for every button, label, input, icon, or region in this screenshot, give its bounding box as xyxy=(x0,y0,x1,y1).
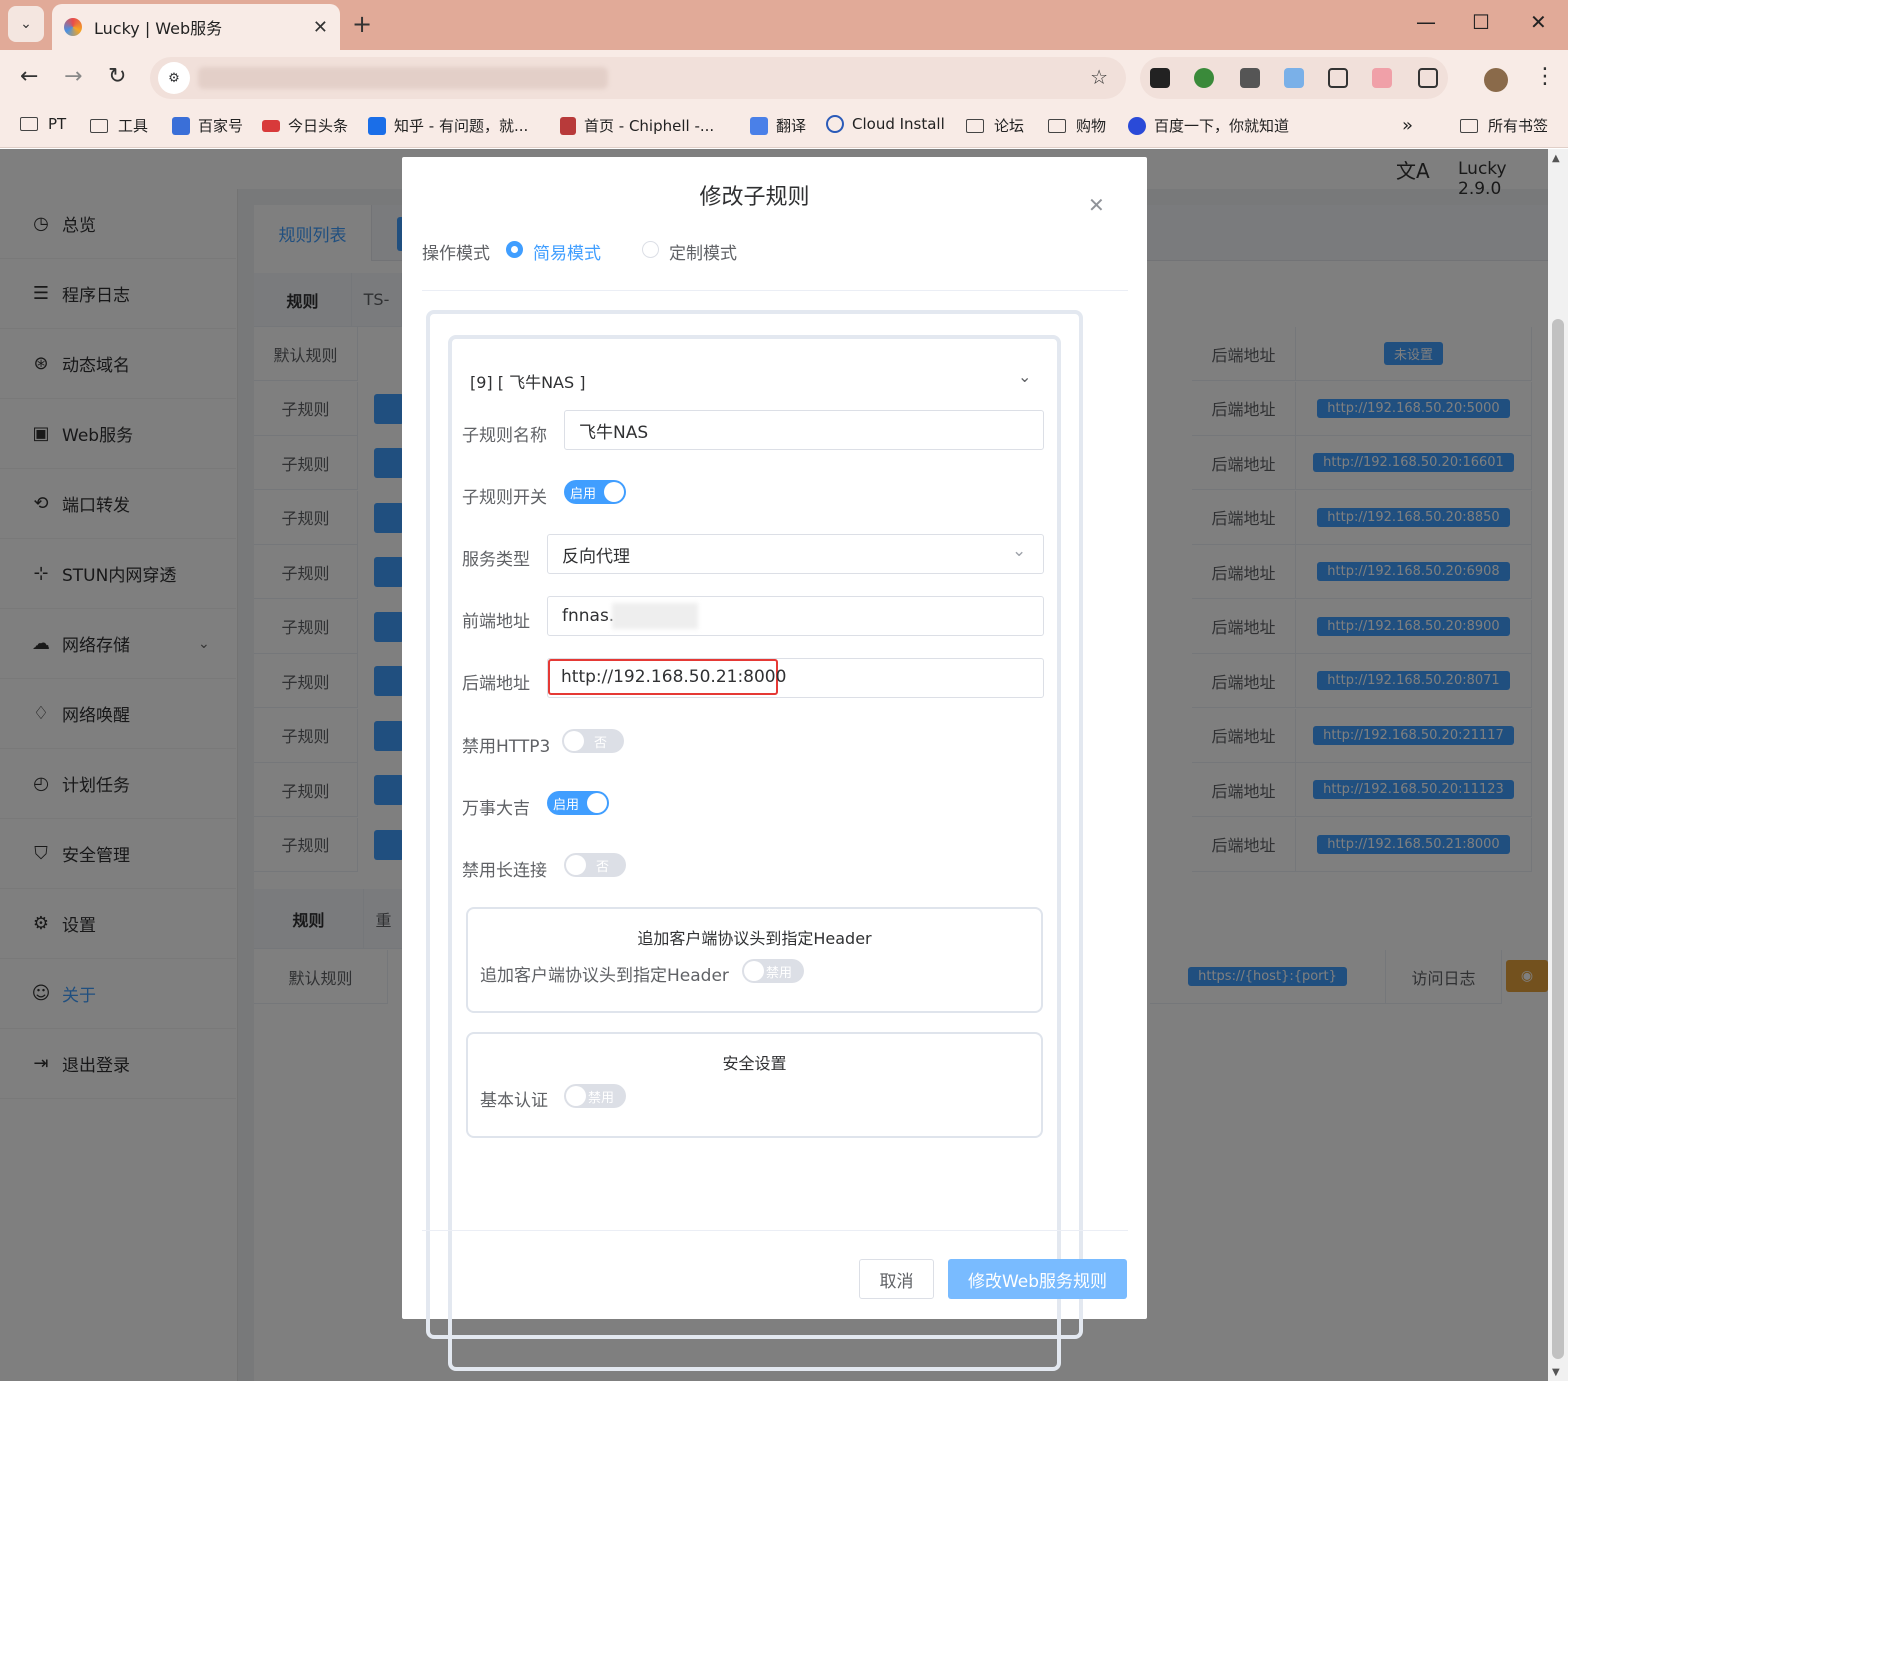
extension-icon[interactable] xyxy=(1150,68,1170,88)
browser-tab-bar: ⌄ Lucky | Web服务 ✕ + — ☐ ✕ xyxy=(0,0,1568,50)
backend-label: 后端地址 xyxy=(462,674,530,694)
browser-tab[interactable]: Lucky | Web服务 ✕ xyxy=(52,4,340,50)
header-group-title: 追加客户端协议头到指定Header xyxy=(637,929,872,948)
close-window-icon[interactable]: ✕ xyxy=(1530,10,1547,34)
more-bookmarks-button[interactable]: » xyxy=(1402,115,1413,136)
subrule-switch-label: 子规则开关 xyxy=(462,488,547,508)
baijiahao-icon xyxy=(172,116,190,135)
translate-icon xyxy=(750,116,768,135)
site-info-icon[interactable]: ⚙ xyxy=(158,62,190,94)
page-scrollbar[interactable]: ▲ ▼ xyxy=(1548,149,1568,1381)
more-menu-icon[interactable]: ⋮ xyxy=(1534,64,1556,89)
service-type-label: 服务类型 xyxy=(462,550,530,570)
bookmark-folder[interactable]: 工具 xyxy=(90,115,148,136)
chevron-down-icon: ⌄ xyxy=(1012,541,1027,561)
header-toggle[interactable]: 禁用 xyxy=(742,959,804,983)
tab-search-button[interactable]: ⌄ xyxy=(8,6,44,42)
tab-title: Lucky | Web服务 xyxy=(94,19,223,38)
keepalive-label: 禁用长连接 xyxy=(462,861,547,881)
frontend-address-input[interactable]: fnnas. xyxy=(547,596,1044,636)
service-type-select[interactable]: 反向代理 ⌄ xyxy=(547,534,1044,574)
chiphell-icon xyxy=(560,116,576,135)
minimize-icon[interactable]: — xyxy=(1416,10,1436,34)
basic-auth-toggle[interactable]: 禁用 xyxy=(564,1084,626,1108)
extension-icon[interactable] xyxy=(1328,68,1348,88)
mode-label: 操作模式 xyxy=(422,244,490,264)
url-blurred xyxy=(198,67,608,89)
forward-icon[interactable]: → xyxy=(64,64,82,89)
basic-auth-label: 基本认证 xyxy=(480,1091,548,1111)
chevron-down-icon[interactable]: ⌄ xyxy=(1018,367,1031,386)
browser-toolbar: ← → ↻ ⚙ ☆ ⋮ xyxy=(0,50,1568,104)
favicon-icon xyxy=(64,18,82,36)
baidu-icon xyxy=(1128,116,1146,135)
http3-toggle[interactable]: 否 xyxy=(562,729,624,753)
keepalive-toggle[interactable]: 否 xyxy=(564,853,626,877)
bookmark-link[interactable]: 百家号 xyxy=(172,115,243,136)
security-group: 安全设置 基本认证 禁用 xyxy=(466,1032,1043,1138)
avatar[interactable] xyxy=(1484,68,1508,92)
edit-subrule-dialog: 修改子规则 ✕ 操作模式 简易模式 定制模式 [9] [ 飞牛NAS ] ⌄ 子… xyxy=(402,157,1147,1371)
security-group-title: 安全设置 xyxy=(722,1054,787,1073)
header-label: 追加客户端协议头到指定Header xyxy=(480,966,729,986)
cancel-button[interactable]: 取消 xyxy=(859,1259,934,1299)
bookmark-link[interactable]: 首页 - Chiphell -... xyxy=(560,115,714,136)
extensions-bar xyxy=(1140,57,1448,99)
header-group: 追加客户端协议头到指定Header 追加客户端协议头到指定Header 禁用 xyxy=(466,907,1043,1013)
extension-icon[interactable] xyxy=(1284,68,1304,88)
bookmark-link[interactable]: 百度一下，你就知道 xyxy=(1128,115,1289,136)
bookmark-link[interactable]: 知乎 - 有问题，就... xyxy=(368,115,528,136)
bookmark-link[interactable]: 翻译 xyxy=(750,115,806,136)
scrollbar-thumb[interactable] xyxy=(1552,319,1564,1359)
mode-simple-label[interactable]: 简易模式 xyxy=(533,239,601,264)
scroll-up-icon[interactable]: ▲ xyxy=(1552,153,1560,164)
folder-icon xyxy=(90,118,108,133)
bookmark-folder[interactable]: PT xyxy=(20,115,66,133)
lucky-toggle[interactable]: 启用 xyxy=(547,791,609,815)
folder-icon xyxy=(966,118,984,133)
cloud-install-icon xyxy=(826,115,844,133)
folder-icon xyxy=(20,117,38,131)
subrule-name-input[interactable]: 飞牛NAS xyxy=(564,410,1044,450)
lucky-label: 万事大吉 xyxy=(462,799,530,819)
reload-icon[interactable]: ↻ xyxy=(108,64,126,89)
zhihu-icon xyxy=(368,116,386,135)
frontend-label: 前端地址 xyxy=(462,612,530,632)
folder-icon xyxy=(1048,118,1066,133)
extension-icon[interactable] xyxy=(1194,68,1214,88)
extension-icon[interactable] xyxy=(1372,68,1392,88)
divider xyxy=(422,290,1128,291)
close-icon[interactable]: ✕ xyxy=(1088,193,1105,217)
scroll-down-icon[interactable]: ▼ xyxy=(1552,1367,1560,1378)
bookmark-link[interactable]: Cloud Install xyxy=(826,115,945,133)
submit-button[interactable]: 修改Web服务规则 xyxy=(948,1259,1127,1299)
all-bookmarks-folder[interactable]: 所有书签 xyxy=(1460,115,1548,136)
back-icon[interactable]: ← xyxy=(20,64,38,89)
extension-icon[interactable] xyxy=(1240,68,1260,88)
bookmark-folder[interactable]: 购物 xyxy=(1048,115,1106,136)
subrule-select[interactable]: [9] [ 飞牛NAS ] xyxy=(470,369,585,393)
toutiao-icon xyxy=(262,119,280,132)
dialog-title: 修改子规则 xyxy=(699,185,810,210)
close-tab-icon[interactable]: ✕ xyxy=(313,17,328,38)
new-tab-button[interactable]: + xyxy=(352,10,372,38)
backend-address-highlight: http://192.168.50.21:8000 xyxy=(548,659,786,695)
maximize-icon[interactable]: ☐ xyxy=(1472,10,1490,34)
subrule-toggle[interactable]: 启用 xyxy=(564,480,626,504)
bookmark-star-icon[interactable]: ☆ xyxy=(1090,65,1108,89)
mode-custom-label[interactable]: 定制模式 xyxy=(669,239,737,264)
http3-label: 禁用HTTP3 xyxy=(462,737,551,757)
folder-icon xyxy=(1460,118,1478,133)
extensions-puzzle-icon[interactable] xyxy=(1418,68,1438,88)
bookmarks-bar: PT 工具 百家号 今日头条 知乎 - 有问题，就... 首页 - Chiphe… xyxy=(0,104,1568,148)
bookmark-link[interactable]: 今日头条 xyxy=(262,115,348,136)
mode-simple-radio[interactable] xyxy=(506,241,523,258)
mode-custom-radio[interactable] xyxy=(642,241,659,258)
address-bar[interactable]: ⚙ ☆ xyxy=(150,57,1126,99)
name-label: 子规则名称 xyxy=(462,426,547,446)
bookmark-folder[interactable]: 论坛 xyxy=(966,115,1024,136)
divider xyxy=(422,1230,1128,1231)
